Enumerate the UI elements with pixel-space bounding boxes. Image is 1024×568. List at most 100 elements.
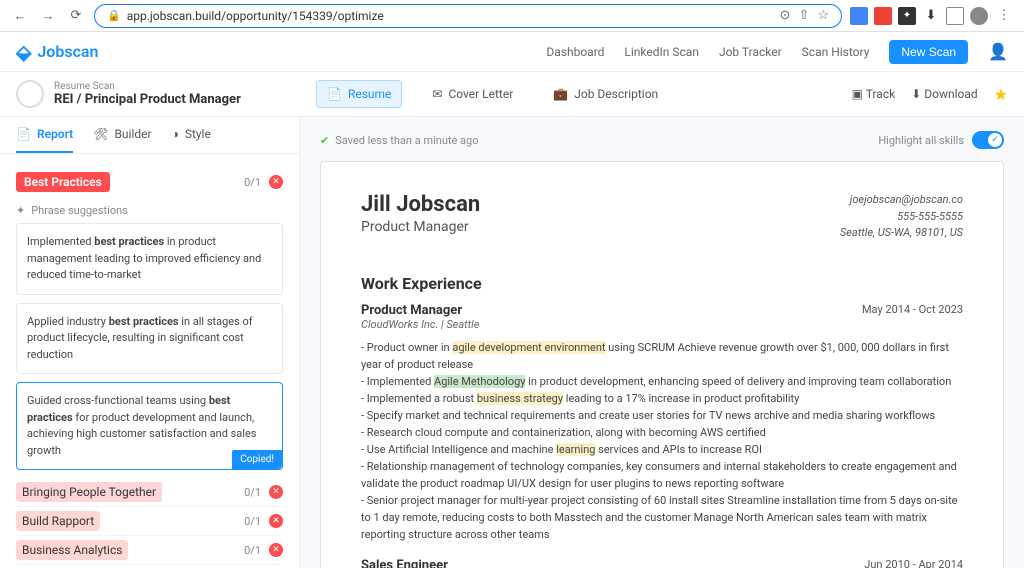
phrase-card[interactable]: Applied industry best practices in all s… [16, 303, 283, 375]
score-circle [16, 80, 44, 108]
job-header: Product Manager May 2014 - Oct 2023 [361, 303, 963, 318]
left-panel: 📄 Report 🛠 Builder ◑ Style Best Practice… [0, 117, 300, 568]
tab-cover-letter[interactable]: ✉ Cover Letter [422, 81, 523, 107]
tab-style[interactable]: ◑ Style [172, 117, 211, 153]
new-scan-button[interactable]: New Scan [889, 40, 968, 64]
panel-tabs: 📄 Report 🛠 Builder ◑ Style [0, 117, 299, 154]
profile-icon[interactable] [970, 7, 988, 25]
search-icon[interactable]: ⊙ [780, 8, 791, 23]
panel-icon[interactable] [946, 7, 964, 25]
star-icon[interactable]: ★ [994, 85, 1008, 104]
toggle-switch[interactable] [972, 131, 1004, 149]
phrase-card[interactable]: Implemented best practices in product ma… [16, 223, 283, 295]
right-panel: ✔ Saved less than a minute ago Highlight… [300, 117, 1024, 568]
reload-button[interactable]: ⟳ [66, 6, 86, 26]
style-icon: ◑ [172, 127, 179, 141]
extension-icons: ✦ ⬇ ⋮ [850, 6, 1014, 26]
status-dot-red: ✕ [269, 514, 283, 528]
skill-row[interactable]: Build Rapport 0/1 ✕ [16, 507, 283, 536]
check-icon: ✔ [320, 134, 329, 147]
skill-list: Bringing People Together0/1✕Build Rappor… [16, 478, 283, 568]
ext-icon[interactable] [874, 7, 892, 25]
browser-chrome: ← → ⟳ 🔒 app.jobscan.build/opportunity/15… [0, 0, 1024, 32]
resume-email: joejobscan@jobscan.co [840, 192, 963, 209]
group-badge: Best Practices [16, 172, 110, 192]
group-best-practices[interactable]: Best Practices 0/1 ✕ [16, 166, 283, 198]
skill-score: 0/1 [244, 544, 261, 557]
job-header: Sales Engineer Jun 2010 - Apr 2014 [361, 558, 963, 568]
account-icon[interactable]: 👤 [988, 42, 1008, 61]
menu-icon[interactable]: ⋮ [994, 6, 1014, 26]
resume-contact: joejobscan@jobscan.co 555-555-5555 Seatt… [840, 192, 963, 242]
section-work-experience: Work Experience [361, 274, 963, 293]
job-body: - Product owner in agile development env… [361, 339, 963, 544]
resume-title: Product Manager [361, 219, 480, 235]
briefcase-icon: 💼 [553, 87, 568, 101]
job-company: CloudWorks Inc. | Seattle [361, 318, 963, 331]
app-header: ⬙ Jobscan Dashboard LinkedIn Scan Job Tr… [0, 32, 1024, 72]
status-dot-red: ✕ [269, 543, 283, 557]
main: 📄 Report 🛠 Builder ◑ Style Best Practice… [0, 117, 1024, 568]
group-score: 0/1 [244, 176, 261, 189]
save-text: Saved less than a minute ago [335, 134, 478, 147]
track-button[interactable]: ▣ Track [852, 87, 896, 101]
phrase-list: Implemented best practices in product ma… [16, 223, 283, 470]
download-button[interactable]: ⬇ Download [911, 87, 977, 101]
resume-document: Jill Jobscan Product Manager joejobscan@… [320, 161, 1004, 568]
report-content: Best Practices 0/1 ✕ ✦ Phrase suggestion… [0, 154, 299, 568]
report-icon: 📄 [16, 127, 31, 141]
skill-score: 0/1 [244, 486, 261, 499]
job-dates: Jun 2010 - Apr 2014 [864, 558, 963, 568]
cover-letter-icon: ✉ [432, 87, 442, 101]
url-bar[interactable]: 🔒 app.jobscan.build/opportunity/154339/o… [94, 4, 842, 28]
doc-actions: ▣ Track ⬇ Download ★ [852, 72, 1024, 116]
doc-tabs: 📄 Resume ✉ Cover Letter 💼 Job Descriptio… [300, 72, 852, 116]
nav-job-tracker[interactable]: Job Tracker [719, 45, 782, 59]
resume-name: Jill Jobscan [361, 192, 480, 217]
phrase-card[interactable]: Guided cross-functional teams using best… [16, 382, 283, 470]
status-dot-red: ✕ [269, 175, 283, 189]
header-nav: Dashboard LinkedIn Scan Job Tracker Scan… [546, 40, 1008, 64]
share-icon[interactable]: ⇧ [798, 8, 809, 23]
scan-type-label: Resume Scan [54, 81, 241, 92]
lock-icon: 🔒 [107, 9, 121, 22]
resume-location: Seattle, US-WA, 98101, US [840, 225, 963, 242]
bookmark-icon[interactable]: ☆ [817, 8, 829, 23]
skill-name: Business Analytics [16, 543, 236, 557]
builder-icon: 🛠 [93, 127, 108, 141]
tab-job-description[interactable]: 💼 Job Description [543, 81, 668, 107]
tab-report[interactable]: 📄 Report [16, 117, 73, 153]
save-bar: ✔ Saved less than a minute ago Highlight… [320, 125, 1004, 161]
scan-name: REI / Principal Product Manager [54, 92, 241, 107]
status-dot-red: ✕ [269, 485, 283, 499]
skill-score: 0/1 [244, 515, 261, 528]
resume-icon: 📄 [327, 87, 342, 101]
download-icon[interactable]: ⬇ [922, 7, 940, 25]
sub-header: Resume Scan REI / Principal Product Mana… [0, 72, 1024, 117]
resume-header: Jill Jobscan Product Manager joejobscan@… [361, 192, 963, 258]
tab-builder[interactable]: 🛠 Builder [93, 117, 151, 153]
back-button[interactable]: ← [10, 6, 30, 26]
nav-linkedin[interactable]: LinkedIn Scan [624, 45, 699, 59]
ext-icon[interactable] [850, 7, 868, 25]
nav-scan-history[interactable]: Scan History [802, 45, 870, 59]
nav-dashboard[interactable]: Dashboard [546, 45, 604, 59]
skill-name: Build Rapport [16, 514, 236, 528]
puzzle-icon[interactable]: ✦ [898, 7, 916, 25]
logo-icon: ⬙ [16, 40, 31, 64]
scan-title: Resume Scan REI / Principal Product Mana… [0, 72, 300, 116]
phrase-suggestions-label: ✦ Phrase suggestions [16, 198, 283, 223]
highlight-toggle: Highlight all skills [878, 131, 1004, 149]
skill-row[interactable]: Bringing People Together 0/1 ✕ [16, 478, 283, 507]
resume-phone: 555-555-5555 [840, 209, 963, 226]
job-title: Sales Engineer [361, 558, 448, 568]
skill-row[interactable]: Business Analytics 0/1 ✕ [16, 536, 283, 565]
sparkle-icon: ✦ [16, 204, 25, 217]
toggle-label: Highlight all skills [878, 134, 964, 147]
logo[interactable]: ⬙ Jobscan [16, 40, 98, 64]
url-text: app.jobscan.build/opportunity/154339/opt… [127, 9, 774, 23]
forward-button[interactable]: → [38, 6, 58, 26]
skill-name: Bringing People Together [16, 485, 236, 499]
tab-resume[interactable]: 📄 Resume [316, 80, 402, 108]
job-dates: May 2014 - Oct 2023 [862, 303, 963, 318]
